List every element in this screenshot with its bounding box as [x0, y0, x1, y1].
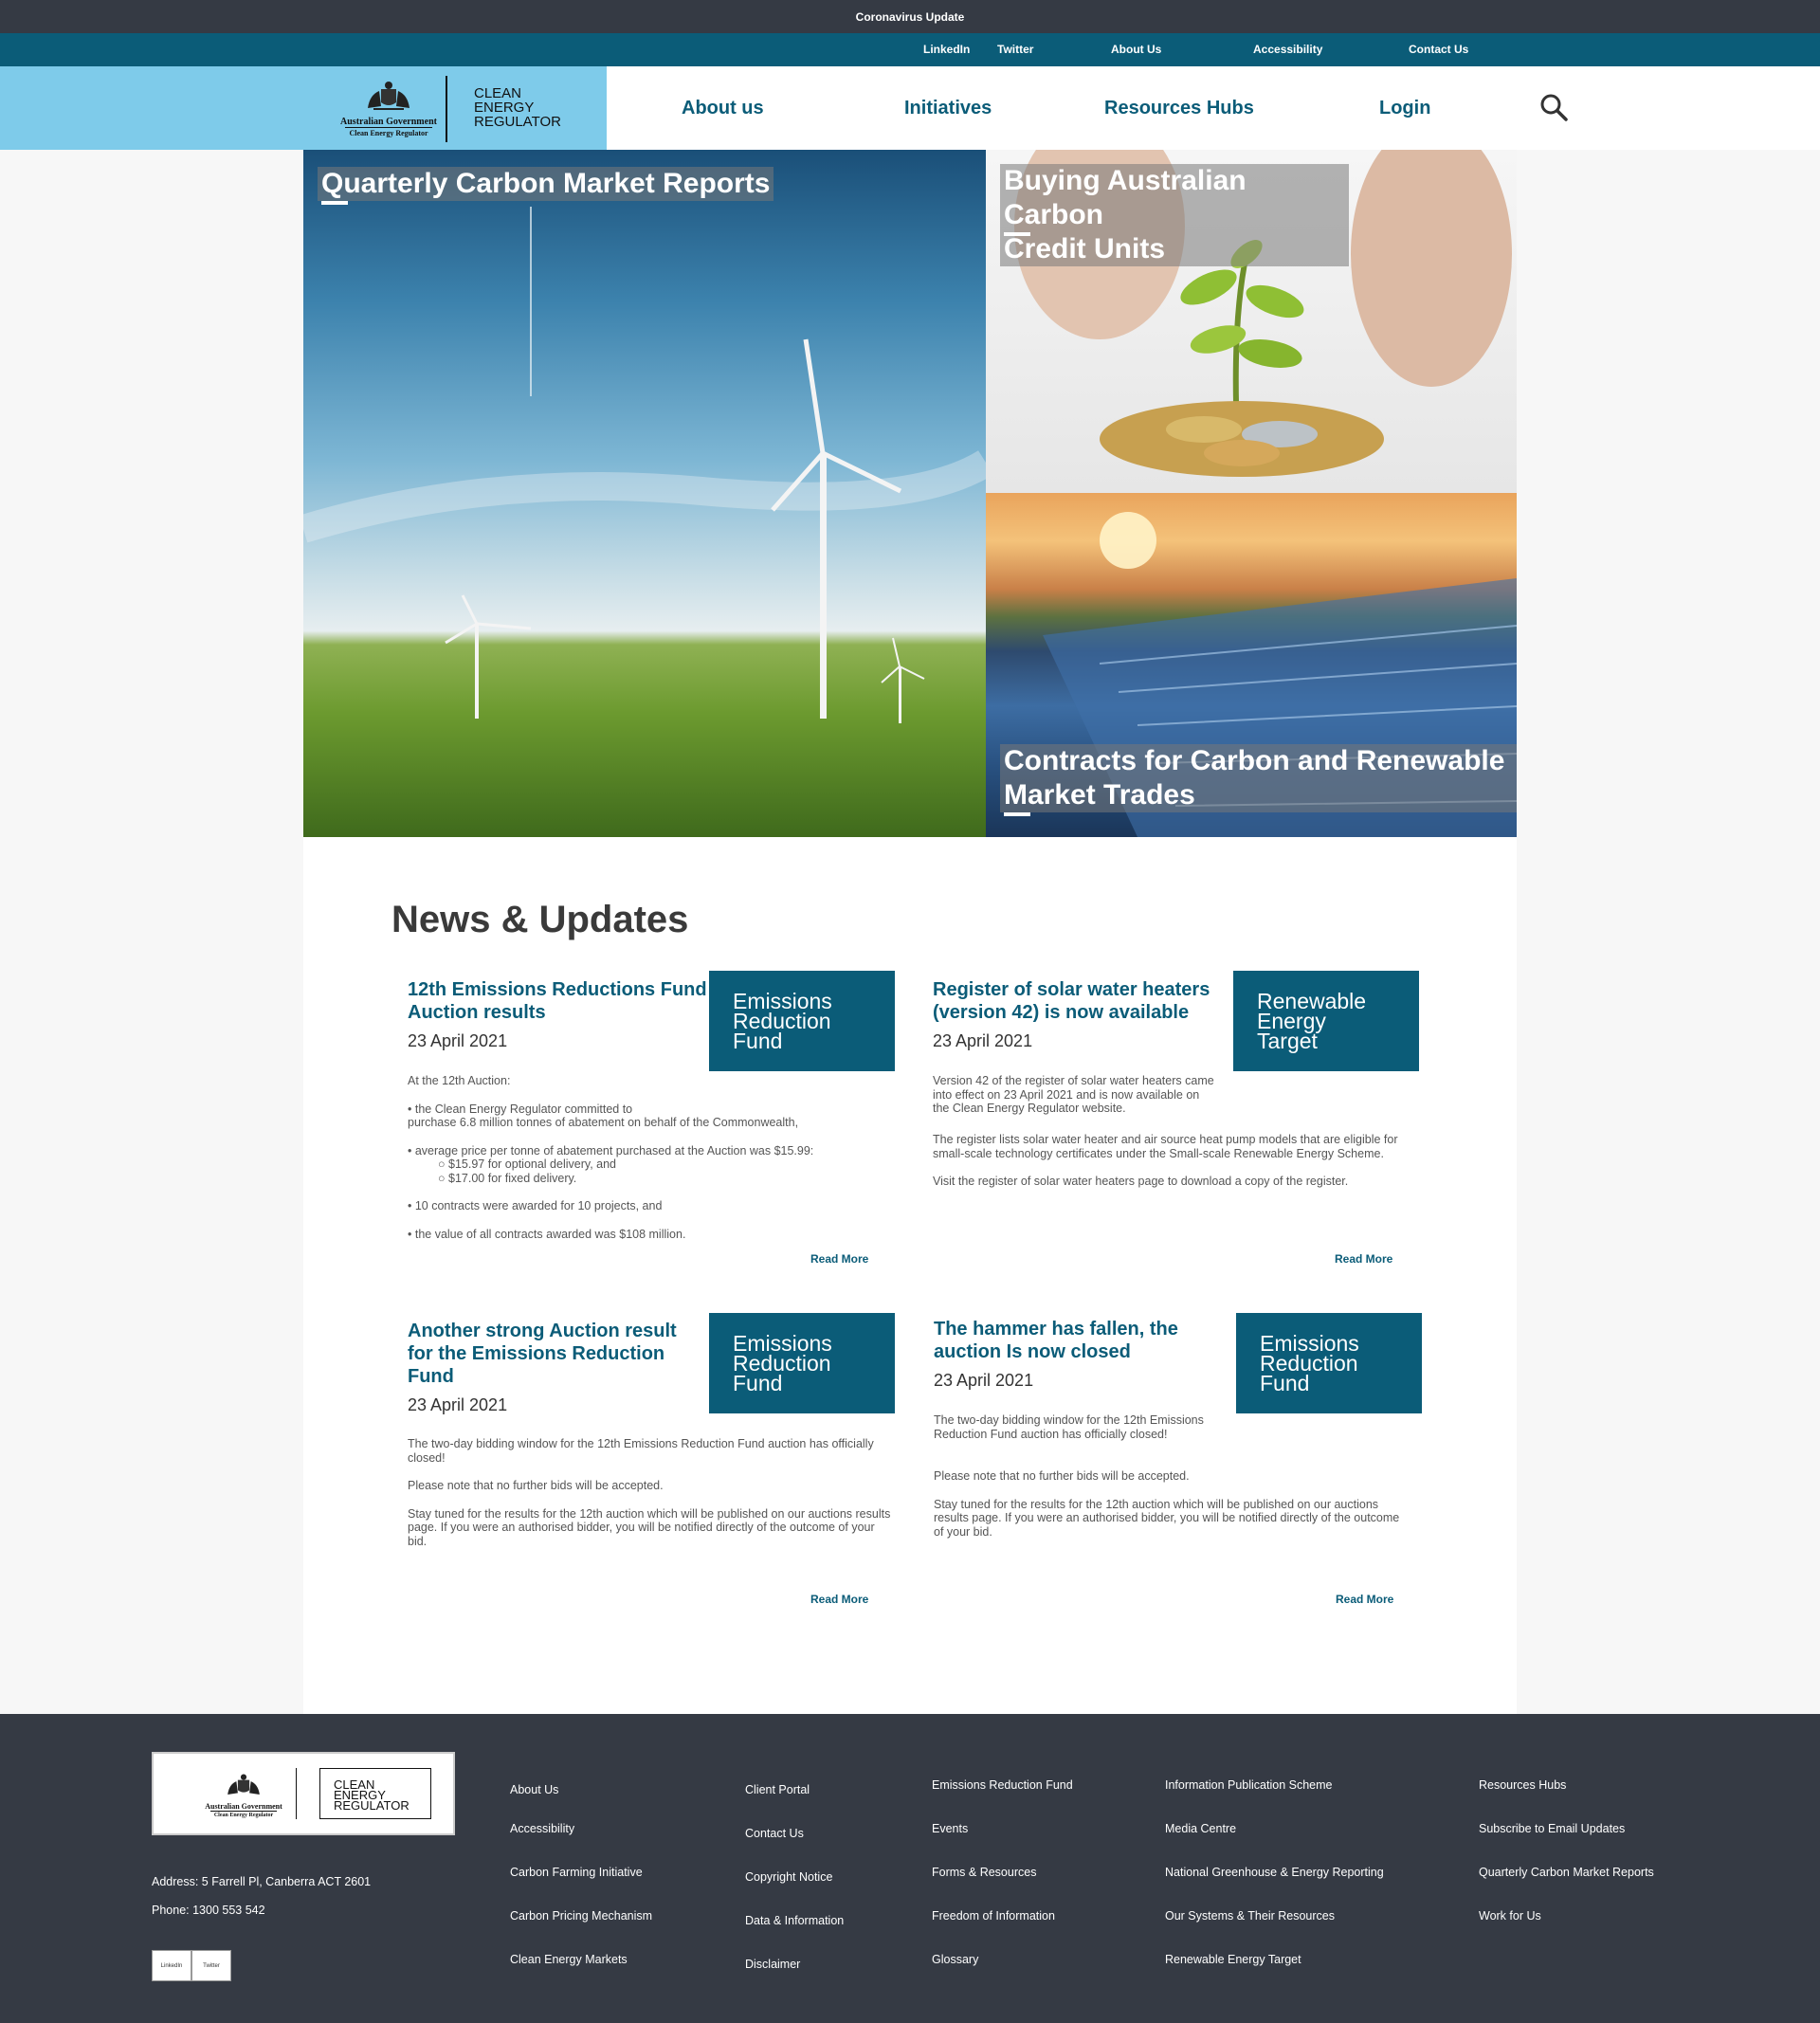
hero-tile-title: Buying Australian Carbon Credit Units — [1000, 164, 1349, 266]
footer-link[interactable]: Carbon Farming Initiative — [510, 1866, 643, 1879]
news-card: 12th Emissions Reductions Fund Auction r… — [408, 971, 910, 1266]
hero-tile-buying-carbon-credit-units[interactable]: Buying Australian Carbon Credit Units — [986, 150, 1517, 493]
news-card-body: At the 12th Auction: • the Clean Energy … — [408, 1074, 814, 1241]
news-card: Register of solar water heaters (version… — [933, 971, 1435, 1266]
news-card-body: The two-day bidding window for the 12th … — [408, 1437, 891, 1548]
coronavirus-update-link[interactable]: Coronavirus Update — [856, 10, 965, 24]
news-card-body: Version 42 of the register of solar wate… — [933, 1074, 1214, 1115]
news-card-body: The two-day bidding window for the 12th … — [934, 1413, 1204, 1441]
footer-link[interactable]: Accessibility — [510, 1822, 574, 1835]
footer-link[interactable]: Subscribe to Email Updates — [1479, 1822, 1625, 1835]
footer-link[interactable]: Data & Information — [745, 1914, 844, 1927]
utility-link-contact-us[interactable]: Contact Us — [1409, 33, 1468, 66]
footer-link[interactable]: Resources Hubs — [1479, 1778, 1566, 1792]
coat-of-arms-icon: Australian Government Clean Energy Regul… — [201, 1771, 286, 1820]
footer-link[interactable]: Glossary — [932, 1953, 978, 1966]
footer-link[interactable]: Our Systems & Their Resources — [1165, 1909, 1335, 1923]
news-card: Another strong Auction result for the Em… — [408, 1313, 910, 1606]
news-card-tag[interactable]: Emissions Reduction Fund — [709, 971, 895, 1071]
news-card-title[interactable]: The hammer has fallen, the auction Is no… — [934, 1318, 1209, 1363]
news-card-date: 23 April 2021 — [934, 1371, 1034, 1390]
hero-grid: Quarterly Carbon Market Reports Buying A… — [303, 150, 1517, 837]
footer-social-twitter[interactable]: Twitter — [191, 1950, 231, 1981]
nav-initiatives[interactable]: Initiatives — [904, 66, 992, 150]
news-card-body: The register lists solar water heater an… — [933, 1133, 1398, 1188]
footer-link[interactable]: Client Portal — [745, 1783, 810, 1796]
site-footer: Australian Government Clean Energy Regul… — [0, 1714, 1820, 2023]
footer-link[interactable]: Quarterly Carbon Market Reports — [1479, 1866, 1654, 1879]
read-more-link[interactable]: Read More — [810, 1593, 868, 1606]
wind-turbines-image — [303, 207, 986, 723]
logo-name: CLEAN ENERGY REGULATOR — [474, 85, 561, 130]
coronavirus-update-bar[interactable]: Coronavirus Update — [0, 0, 1820, 33]
footer-phone: Phone: 1300 553 542 — [152, 1904, 265, 1917]
news-card-title[interactable]: 12th Emissions Reductions Fund Auction r… — [408, 978, 711, 1024]
footer-link[interactable]: Disclaimer — [745, 1958, 800, 1971]
read-more-link[interactable]: Read More — [1335, 1252, 1392, 1266]
nav-about-us[interactable]: About us — [682, 66, 764, 150]
news-card-date: 23 April 2021 — [408, 1031, 508, 1050]
footer-link[interactable]: Contact Us — [745, 1827, 804, 1840]
news-card-tag[interactable]: Emissions Reduction Fund — [1236, 1313, 1422, 1413]
news-card-date: 23 April 2021 — [408, 1395, 508, 1414]
utility-link-accessibility[interactable]: Accessibility — [1253, 33, 1322, 66]
nav-resources-hubs[interactable]: Resources Hubs — [1104, 66, 1254, 150]
utility-link-linkedin[interactable]: LinkedIn — [923, 33, 970, 66]
footer-link[interactable]: Freedom of Information — [932, 1909, 1055, 1923]
news-card-date: 23 April 2021 — [933, 1031, 1033, 1050]
site-header: Australian Government Clean Energy Regul… — [0, 66, 1820, 150]
footer-address: Address: 5 Farrell Pl, Canberra ACT 2601 — [152, 1875, 372, 1888]
footer-social-linkedin[interactable]: LinkedIn — [152, 1950, 191, 1981]
site-logo[interactable]: Australian Government Clean Energy Regul… — [332, 76, 578, 142]
logo-gov-text: Australian Government — [340, 117, 437, 127]
footer-link[interactable]: Forms & Resources — [932, 1866, 1036, 1879]
news-card-tag[interactable]: Emissions Reduction Fund — [709, 1313, 895, 1413]
footer-social: LinkedIn Twitter — [152, 1950, 231, 1981]
footer-link[interactable]: Work for Us — [1479, 1909, 1541, 1923]
utility-link-about-us[interactable]: About Us — [1111, 33, 1161, 66]
logo-panel: Australian Government Clean Energy Regul… — [0, 66, 607, 150]
footer-logo-name: CLEAN ENERGY REGULATOR — [334, 1777, 410, 1813]
logo-sub-text: Clean Energy Regulator — [345, 127, 432, 138]
footer-logo[interactable]: Australian Government Clean Energy Regul… — [152, 1752, 455, 1835]
footer-link[interactable]: Events — [932, 1822, 968, 1835]
utility-nav: LinkedIn Twitter About Us Accessibility … — [0, 33, 1820, 66]
utility-link-twitter[interactable]: Twitter — [997, 33, 1033, 66]
news-heading: News & Updates — [391, 899, 689, 940]
news-card-body: Please note that no further bids will be… — [934, 1469, 1400, 1539]
footer-link[interactable]: National Greenhouse & Energy Reporting — [1165, 1866, 1384, 1879]
news-card-title[interactable]: Another strong Auction result for the Em… — [408, 1320, 692, 1388]
news-card: The hammer has fallen, the auction Is no… — [934, 1313, 1436, 1606]
logo-divider — [446, 76, 447, 142]
footer-link[interactable]: Clean Energy Markets — [510, 1953, 628, 1966]
footer-link[interactable]: Emissions Reduction Fund — [932, 1778, 1073, 1792]
hero-tile-title: Quarterly Carbon Market Reports — [318, 167, 774, 205]
hero-tile-title: Contracts for Carbon and Renewable Marke… — [1000, 744, 1517, 816]
footer-link[interactable]: Carbon Pricing Mechanism — [510, 1909, 652, 1923]
read-more-link[interactable]: Read More — [1336, 1593, 1393, 1606]
hero-tile-carbon-market-reports[interactable]: Quarterly Carbon Market Reports — [303, 150, 986, 837]
footer-link[interactable]: Renewable Energy Target — [1165, 1953, 1301, 1966]
coat-of-arms-icon: Australian Government Clean Energy Regul… — [332, 76, 446, 140]
nav-login[interactable]: Login — [1379, 66, 1430, 150]
read-more-link[interactable]: Read More — [810, 1252, 868, 1266]
hero-tile-contracts-carbon-renewable[interactable]: Contracts for Carbon and Renewable Marke… — [986, 493, 1517, 837]
footer-link[interactable]: Media Centre — [1165, 1822, 1236, 1835]
footer-link[interactable]: Information Publication Scheme — [1165, 1778, 1332, 1792]
footer-link[interactable]: About Us — [510, 1783, 558, 1796]
footer-link[interactable]: Copyright Notice — [745, 1870, 832, 1884]
search-icon[interactable] — [1539, 93, 1568, 121]
news-card-title[interactable]: Register of solar water heaters (version… — [933, 978, 1236, 1024]
news-card-tag[interactable]: Renewable Energy Target — [1233, 971, 1419, 1071]
